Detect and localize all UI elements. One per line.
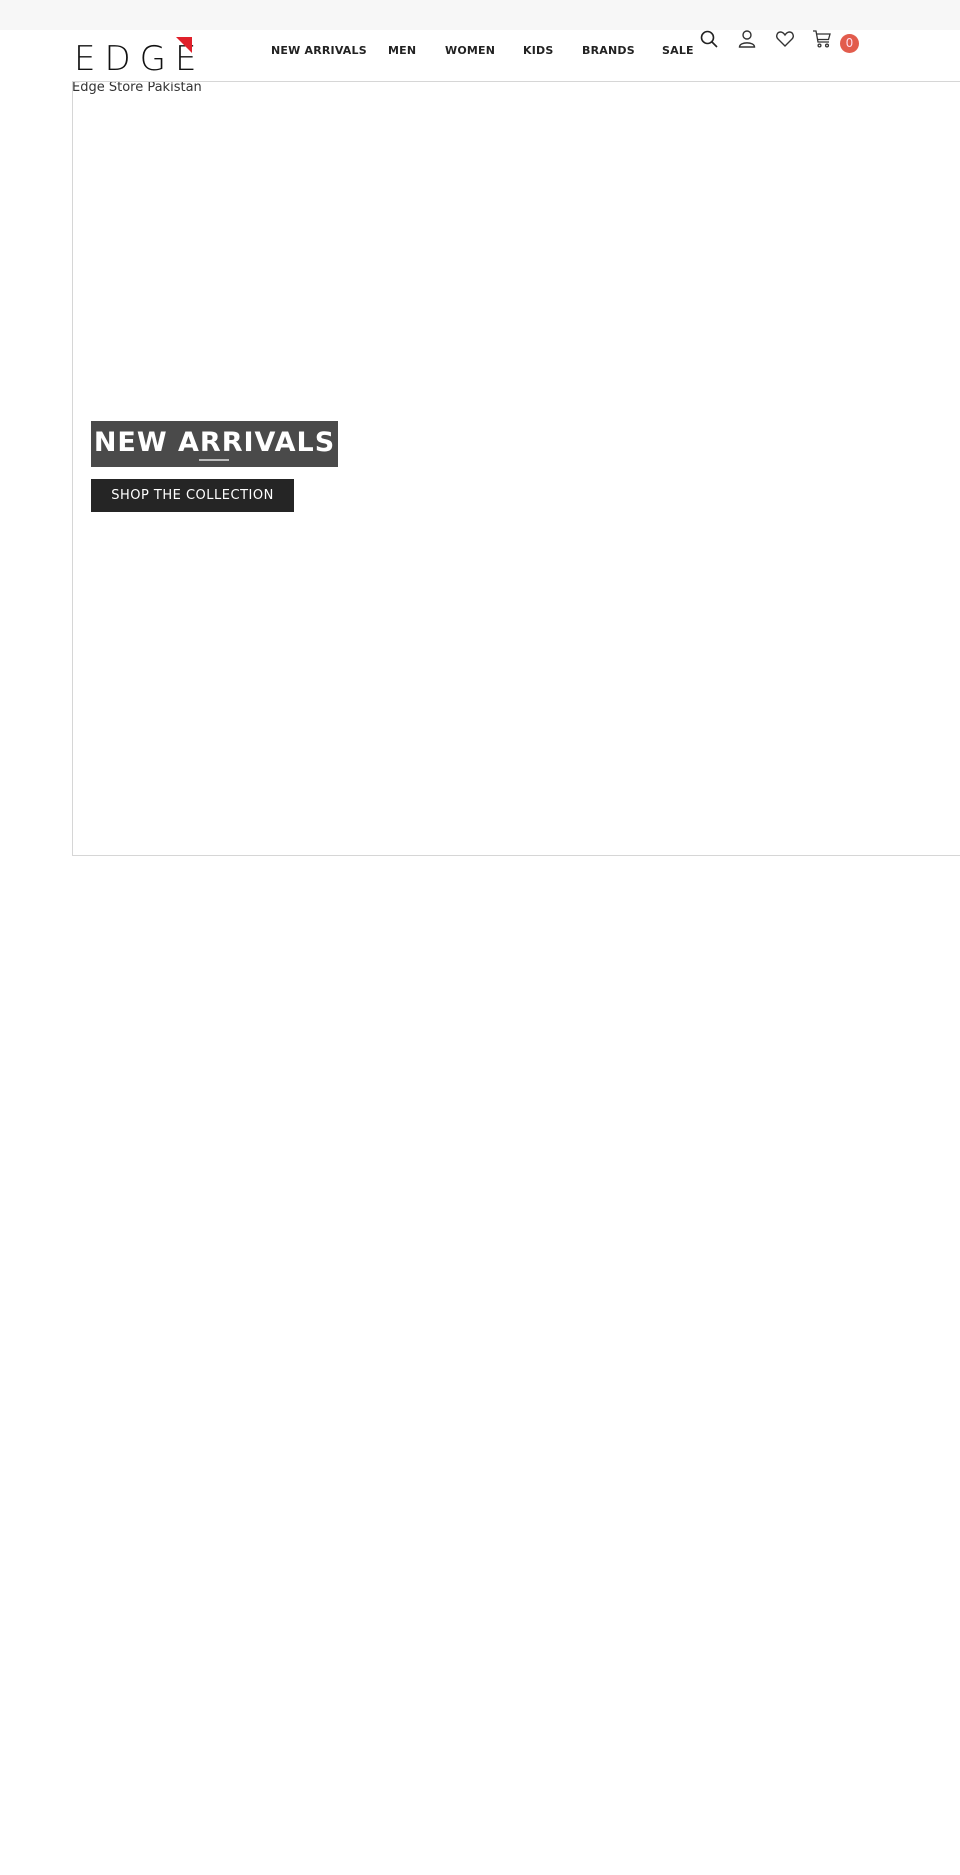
hero-title-underline xyxy=(199,459,229,461)
nav-item-kids[interactable]: KIDS xyxy=(523,44,553,57)
hero-banner xyxy=(72,81,960,856)
cart-count-badge[interactable]: 0 xyxy=(840,34,859,53)
announcement-bar xyxy=(0,0,960,30)
brand-logo[interactable]: EDGE xyxy=(74,37,197,77)
nav-item-men[interactable]: MEN xyxy=(388,44,416,57)
nav-item-sale[interactable]: SALE xyxy=(662,44,694,57)
heart-icon[interactable] xyxy=(775,29,795,49)
nav-item-women[interactable]: WOMEN xyxy=(445,44,495,57)
hero-title-text: NEW ARRIVALS xyxy=(93,427,336,458)
nav-item-new-arrivals[interactable]: NEW ARRIVALS xyxy=(271,44,367,57)
shop-collection-button[interactable]: SHOP THE COLLECTION xyxy=(91,479,294,512)
logo-triangle-icon xyxy=(176,37,192,53)
user-icon[interactable] xyxy=(737,29,757,49)
search-icon[interactable] xyxy=(699,29,719,49)
cart-icon[interactable] xyxy=(812,29,832,49)
nav-item-brands[interactable]: BRANDS xyxy=(582,44,635,57)
hero-title: NEW ARRIVALS xyxy=(91,421,338,467)
